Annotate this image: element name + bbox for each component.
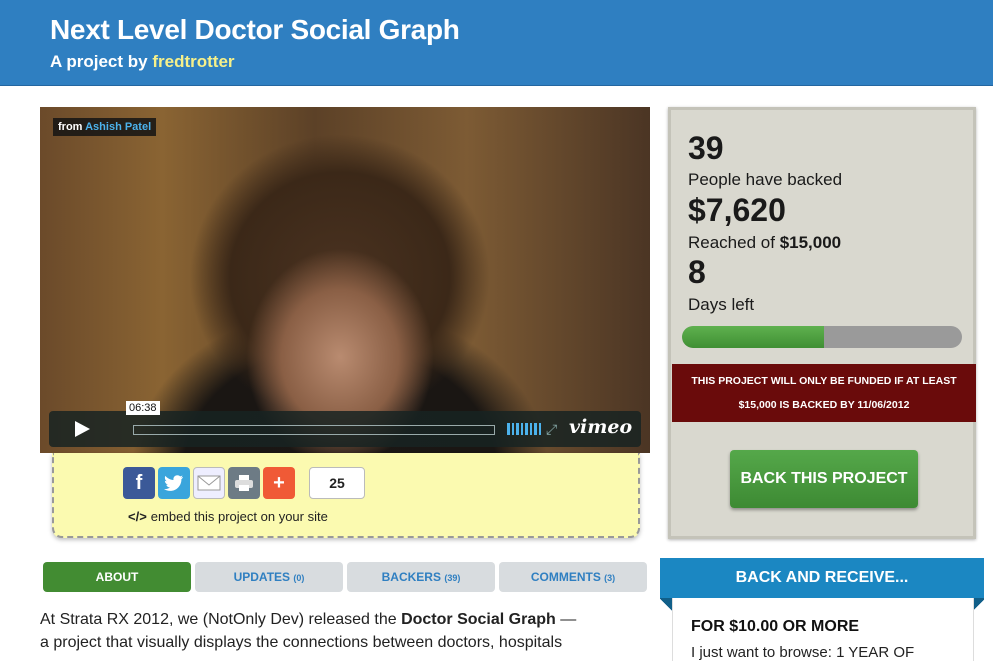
volume-icon[interactable] xyxy=(507,423,541,435)
reward-amount: FOR $10.00 OR MORE xyxy=(691,618,860,635)
tab-about[interactable]: ABOUT xyxy=(43,562,191,592)
video-author-link[interactable]: Ashish Patel xyxy=(85,121,151,133)
share-icons: f + xyxy=(123,467,295,499)
email-icon[interactable] xyxy=(193,467,225,499)
video-player[interactable]: from Ashish Patel 06:38 ⤢ vimeo xyxy=(40,107,650,453)
embed-code-icon: </> xyxy=(128,509,147,524)
project-title: Next Level Doctor Social Graph xyxy=(50,14,460,45)
description-line-1: At Strata RX 2012, we (NotOnly Dev) rele… xyxy=(40,608,652,631)
funding-notice: THIS PROJECT WILL ONLY BE FUNDED IF AT L… xyxy=(672,364,976,422)
days-count: 8 xyxy=(688,254,706,290)
funding-progress-fill xyxy=(682,326,825,348)
funding-progress-bar xyxy=(682,326,962,348)
goal-label: Reached of $15,000 xyxy=(688,233,841,253)
timecode: 06:38 xyxy=(126,401,160,415)
seek-bar[interactable] xyxy=(133,425,495,435)
embed-link-label: embed this project on your site xyxy=(150,509,328,524)
tab-backers-count: (39) xyxy=(444,573,461,583)
description-highlight: Doctor Social Graph xyxy=(401,611,556,628)
share-count: 25 xyxy=(309,467,365,499)
vimeo-logo[interactable]: vimeo xyxy=(569,416,632,438)
rewards-heading: BACK AND RECEIVE... xyxy=(660,558,984,598)
play-icon xyxy=(75,421,90,437)
project-byline: A project by fredtrotter xyxy=(50,52,235,72)
ribbon-fold-left xyxy=(660,598,672,612)
goal-prefix: Reached of xyxy=(688,233,775,252)
description-line-1-prefix: At Strata RX 2012, we (NotOnly Dev) rele… xyxy=(40,611,397,628)
facebook-icon[interactable]: f xyxy=(123,467,155,499)
tab-updates[interactable]: UPDATES (0) xyxy=(195,562,343,592)
project-header: Next Level Doctor Social Graph A project… xyxy=(0,0,993,86)
ribbon-fold-right xyxy=(974,598,984,612)
description-line-2: a project that visually displays the con… xyxy=(40,634,563,651)
fullscreen-icon[interactable]: ⤢ xyxy=(546,421,557,438)
play-button[interactable] xyxy=(49,411,107,447)
author-link[interactable]: fredtrotter xyxy=(152,52,234,71)
pledged-amount: $7,620 xyxy=(688,192,786,228)
tab-backers-label: BACKERS xyxy=(381,570,441,584)
print-icon[interactable] xyxy=(228,467,260,499)
byline-prefix: A project by xyxy=(50,52,148,71)
funding-notice-line2: $15,000 IS BACKED BY 11/06/2012 xyxy=(738,399,910,411)
backers-count: 39 xyxy=(688,130,724,166)
tab-about-label: ABOUT xyxy=(95,570,139,584)
project-tabs: ABOUT UPDATES (0) BACKERS (39) COMMENTS … xyxy=(43,562,647,592)
tab-comments[interactable]: COMMENTS (3) xyxy=(499,562,647,592)
tab-comments-count: (3) xyxy=(604,573,616,583)
reward-description: I just want to browse: 1 YEAR OF xyxy=(691,644,915,661)
tab-backers[interactable]: BACKERS (39) xyxy=(347,562,495,592)
player-controls: 06:38 ⤢ vimeo xyxy=(49,401,641,447)
description-line-1-suffix: — xyxy=(560,611,577,628)
back-project-button[interactable]: BACK THIS PROJECT xyxy=(730,450,918,508)
funding-notice-line1: THIS PROJECT WILL ONLY BE FUNDED IF AT L… xyxy=(691,375,957,387)
video-credit-prefix: from xyxy=(58,121,83,133)
tab-updates-label: UPDATES xyxy=(233,570,291,584)
project-description: At Strata RX 2012, we (NotOnly Dev) rele… xyxy=(40,608,652,654)
backers-label: People have backed xyxy=(688,170,843,189)
funding-stats: 39 People have backed $7,620 Reached of … xyxy=(668,107,976,539)
embed-link[interactable]: </> embed this project on your site xyxy=(128,509,328,524)
goal-amount: $15,000 xyxy=(779,233,842,252)
tab-updates-count: (0) xyxy=(293,573,305,583)
video-credit: from Ashish Patel xyxy=(53,118,157,136)
twitter-icon[interactable] xyxy=(158,467,190,499)
tab-comments-label: COMMENTS xyxy=(530,570,601,584)
plus-icon[interactable]: + xyxy=(263,467,295,499)
days-label: Days left xyxy=(688,295,755,314)
reward-tier[interactable]: FOR $10.00 OR MORE I just want to browse… xyxy=(672,598,974,661)
share-panel: f + 25 </> embed this project on your sit… xyxy=(52,453,640,538)
